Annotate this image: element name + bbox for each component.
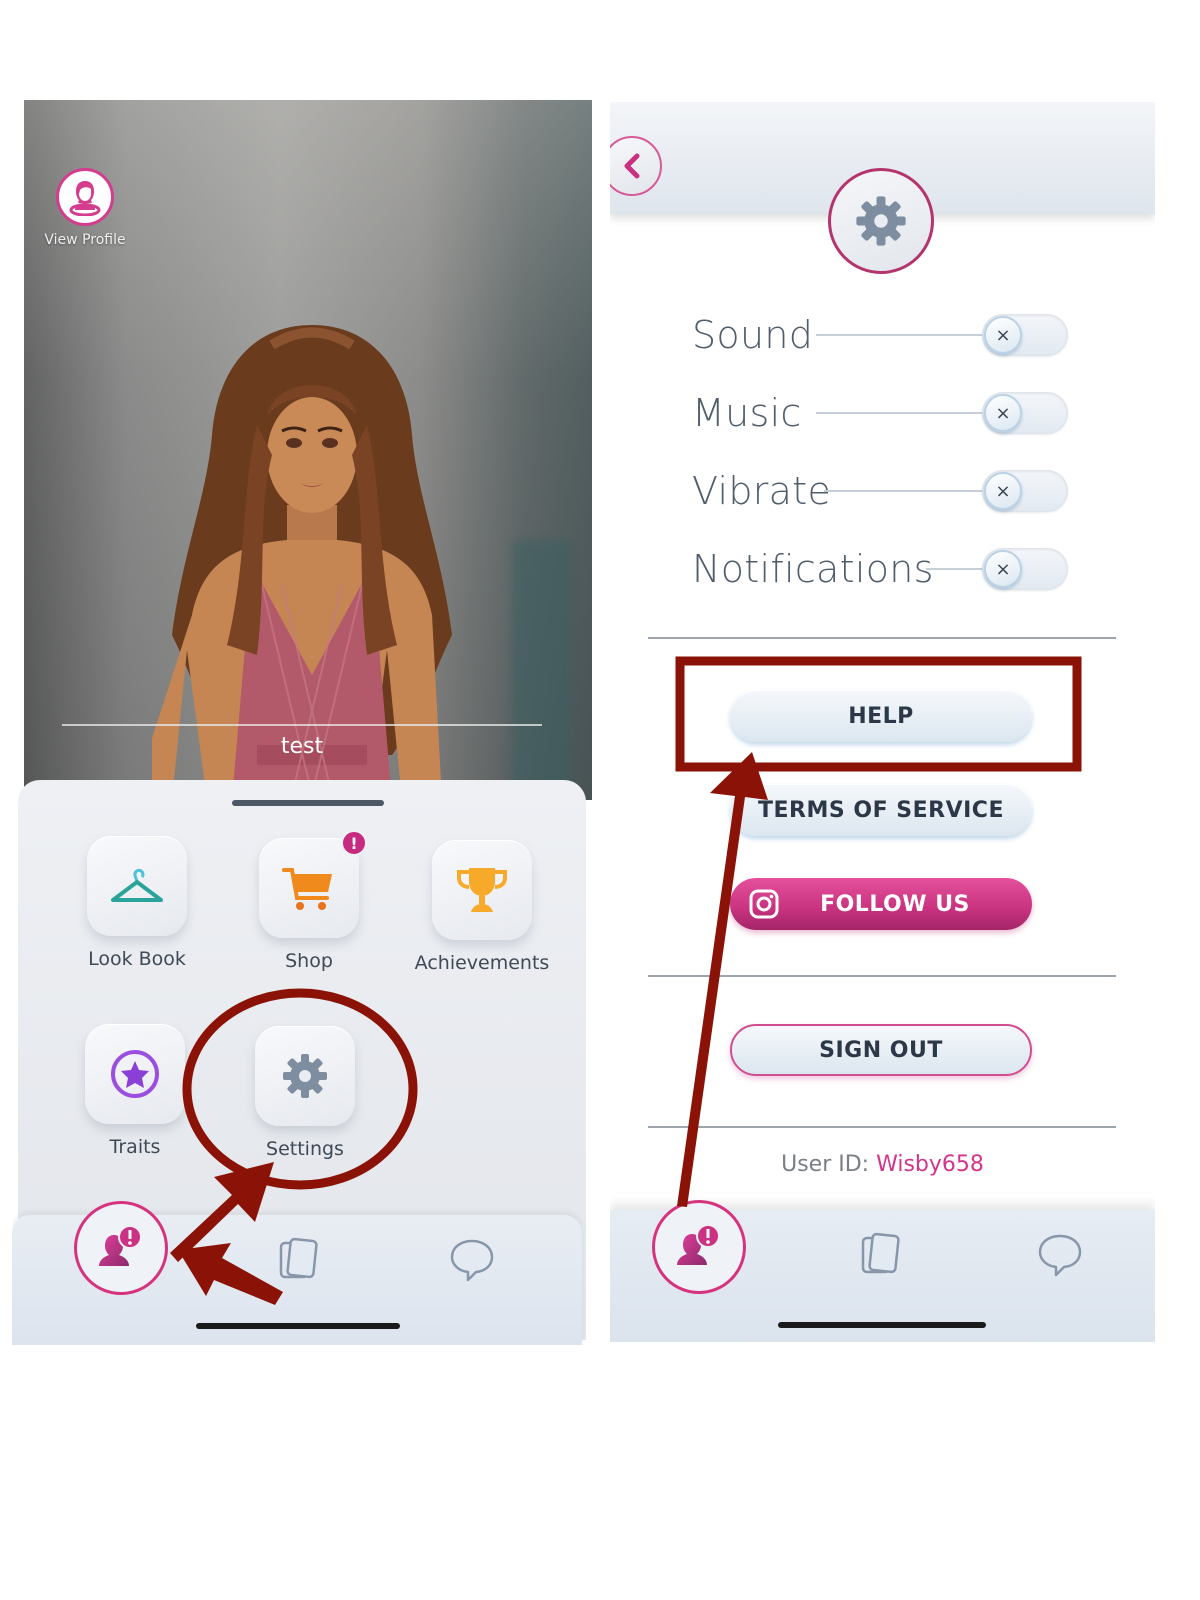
bottom-tab-bar	[610, 1200, 1155, 1342]
setting-row-sound: Sound ×	[692, 310, 1072, 360]
star-badge-icon	[111, 1050, 159, 1098]
trophy-icon	[457, 868, 507, 912]
setting-connector	[926, 568, 986, 570]
sound-toggle[interactable]: ×	[982, 314, 1068, 356]
section-divider	[648, 637, 1116, 639]
avatar-illustration	[152, 325, 452, 800]
notifications-toggle[interactable]: ×	[982, 548, 1068, 590]
hanger-icon	[111, 868, 163, 902]
view-profile-label: View Profile	[44, 232, 126, 248]
profile-tab[interactable]	[74, 1201, 168, 1295]
music-toggle[interactable]: ×	[982, 392, 1068, 434]
follow-us-button[interactable]: FOLLOW US	[730, 878, 1032, 930]
setting-row-vibrate: Vibrate ×	[692, 466, 1072, 516]
shop-tile: !	[259, 830, 367, 938]
menu-label: Shop	[285, 950, 333, 972]
sign-out-button[interactable]: SIGN OUT	[730, 1024, 1032, 1076]
stories-tab[interactable]	[856, 1230, 906, 1280]
bottom-tab-bar	[12, 1201, 582, 1345]
menu-label: Settings	[266, 1138, 344, 1160]
right-phone-settings-screen: Sound × Music × Vibrate × Notifications …	[610, 102, 1155, 1342]
traits-tile	[85, 1024, 185, 1124]
home-indicator	[778, 1322, 986, 1328]
gear-icon	[283, 1054, 327, 1098]
chat-bubble-icon	[450, 1239, 494, 1282]
toggle-off-x-icon: ×	[984, 472, 1022, 510]
cards-icon	[861, 1232, 900, 1274]
settings-tile	[255, 1026, 355, 1126]
toggle-off-x-icon: ×	[984, 550, 1022, 588]
terms-of-service-button[interactable]: TERMS OF SERVICE	[730, 784, 1032, 836]
profile-alert-icon	[99, 1225, 142, 1266]
profile-alert-icon	[677, 1224, 720, 1265]
menu-item-achievements[interactable]: Achievements	[402, 840, 562, 974]
menu-item-traits[interactable]: Traits	[60, 1024, 210, 1158]
settings-header-badge	[828, 168, 934, 274]
setting-row-music: Music ×	[692, 388, 1072, 438]
chevron-left-icon	[624, 153, 640, 179]
instagram-icon	[749, 889, 779, 919]
menu-label: Look Book	[88, 948, 186, 970]
toggle-off-x-icon: ×	[984, 394, 1022, 432]
menu-label: Traits	[109, 1136, 161, 1158]
achievements-tile	[432, 840, 532, 940]
left-phone-screen: View Profile test Look Book ! Shop Achie…	[12, 100, 592, 1345]
background-wall	[512, 540, 572, 800]
gear-icon	[856, 196, 906, 246]
stories-tab[interactable]	[274, 1235, 324, 1285]
toggle-off-x-icon: ×	[984, 316, 1022, 354]
vibrate-toggle[interactable]: ×	[982, 470, 1068, 512]
profile-avatar-icon	[56, 168, 114, 226]
name-divider	[62, 724, 542, 726]
view-profile-button[interactable]: View Profile	[40, 168, 130, 248]
chat-bubble-icon	[1038, 1234, 1082, 1277]
setting-label: Vibrate	[692, 469, 832, 513]
cart-icon	[282, 868, 332, 910]
chat-tab[interactable]	[446, 1235, 498, 1285]
user-id: User ID: Wisby658	[610, 1152, 1155, 1177]
chat-tab[interactable]	[1034, 1230, 1086, 1280]
cards-icon	[279, 1237, 318, 1279]
setting-label: Notifications	[692, 547, 934, 591]
help-button[interactable]: HELP	[730, 690, 1032, 742]
user-id-value: Wisby658	[876, 1152, 984, 1177]
setting-label: Sound	[692, 313, 814, 357]
look-book-tile	[87, 836, 187, 936]
setting-connector	[816, 334, 986, 336]
setting-connector	[824, 490, 986, 492]
setting-row-notifications: Notifications ×	[692, 544, 1072, 594]
menu-item-settings[interactable]: Settings	[230, 1026, 380, 1160]
home-indicator	[196, 1323, 400, 1329]
section-divider	[648, 1126, 1116, 1128]
menu-item-look-book[interactable]: Look Book	[62, 836, 212, 970]
shop-notification-badge: !	[341, 830, 367, 856]
user-id-label: User ID:	[781, 1152, 870, 1177]
follow-us-label: FOLLOW US	[820, 891, 970, 917]
profile-tab[interactable]	[652, 1200, 746, 1294]
sheet-drag-handle[interactable]	[232, 800, 384, 806]
setting-connector	[816, 412, 986, 414]
menu-item-shop[interactable]: ! Shop	[234, 830, 384, 972]
avatar-name: test	[280, 734, 324, 759]
setting-label: Music	[692, 391, 802, 435]
section-divider	[648, 975, 1116, 977]
menu-label: Achievements	[414, 952, 550, 974]
